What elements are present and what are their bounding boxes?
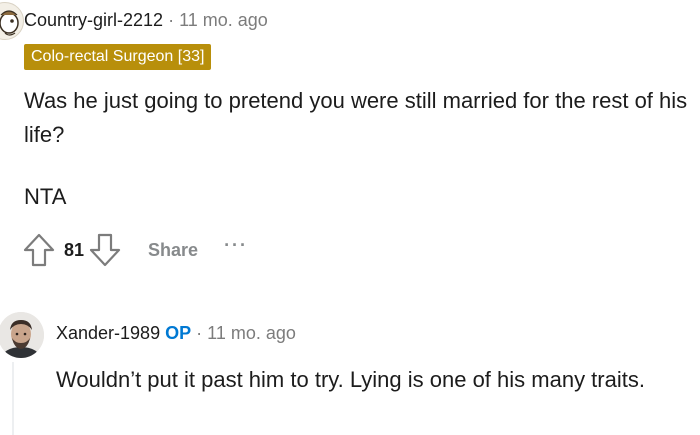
user-avatar-icon[interactable] — [0, 312, 44, 358]
user-flair: Colo-rectal Surgeon [33] — [24, 44, 212, 70]
comment-actions: 81 Share ··· — [22, 232, 248, 268]
comment-timestamp[interactable]: 11 mo. ago — [179, 10, 268, 30]
snoo-avatar-icon[interactable] — [0, 2, 24, 40]
vote-score: 81 — [64, 239, 85, 260]
comment-author[interactable]: Country-girl-2212 — [24, 10, 163, 30]
comment-meta: Country-girl-2212 · 11 mo. ago — [24, 9, 268, 31]
more-options-button[interactable]: ··· — [224, 235, 248, 256]
comment-author[interactable]: Xander-1989 — [56, 323, 160, 343]
comment-paragraph: Was he just going to pretend you were st… — [24, 88, 688, 147]
upvote-arrow-icon[interactable] — [22, 232, 56, 268]
thread-line[interactable] — [12, 362, 14, 435]
comment-paragraph: NTA — [24, 184, 67, 209]
downvote-arrow-icon[interactable] — [88, 232, 122, 268]
meta-separator: · — [168, 10, 175, 30]
share-button[interactable]: Share — [148, 240, 198, 261]
comment-body: Wouldn’t put it past him to try. Lying i… — [56, 367, 645, 392]
comment-timestamp[interactable]: 11 mo. ago — [207, 323, 296, 343]
comment-body: Was he just going to pretend you were st… — [24, 84, 692, 214]
meta-separator: · — [196, 323, 203, 343]
op-badge: OP — [165, 323, 192, 343]
comment-meta: Xander-1989 OP · 11 mo. ago — [56, 322, 296, 344]
